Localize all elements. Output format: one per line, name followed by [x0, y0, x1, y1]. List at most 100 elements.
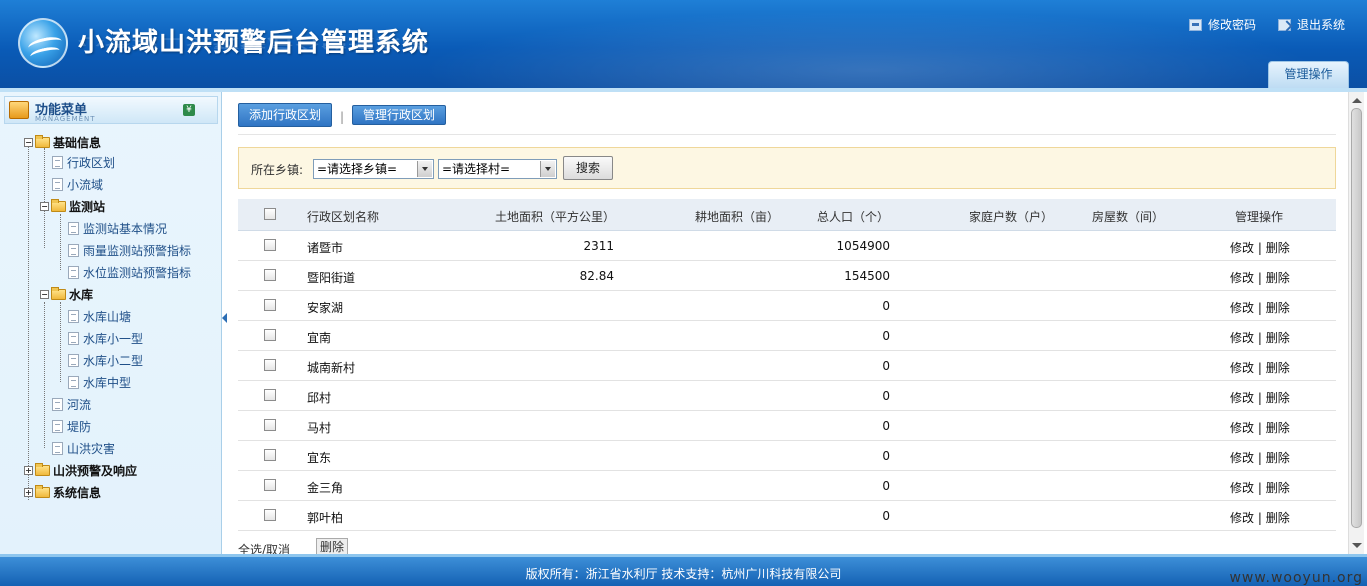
row-checkbox[interactable]	[264, 299, 276, 311]
app-title-reflection: 小流域山洪预警后台管理系统	[78, 35, 430, 50]
edit-link[interactable]: 修改	[1230, 301, 1254, 315]
tree-item-rain-warning[interactable]: 雨量监测站预警指标	[68, 240, 191, 260]
tree-item-medium[interactable]: 水库中型	[68, 372, 131, 392]
tree-item-admin-division[interactable]: 行政区划	[52, 152, 115, 172]
tree-item-dike[interactable]: 堤防	[52, 416, 91, 436]
column-header: 管理操作	[1235, 210, 1284, 224]
table-row: 宜东 0 修改 | 删除	[238, 441, 1336, 471]
delete-link[interactable]: 删除	[1266, 301, 1290, 315]
row-checkbox[interactable]	[264, 359, 276, 371]
cell-population: 0	[882, 389, 890, 403]
tree-node-reservoir[interactable]: − 水库	[40, 284, 93, 304]
page-icon	[52, 177, 63, 191]
tree-item-small2[interactable]: 水库小二型	[68, 350, 143, 370]
delete-link[interactable]: 删除	[1266, 331, 1290, 345]
table-row: 郭叶柏 0 修改 | 删除	[238, 501, 1336, 531]
delete-link[interactable]: 删除	[1266, 481, 1290, 495]
delete-link[interactable]: 删除	[1266, 391, 1290, 405]
row-actions: 修改 | 删除	[1230, 269, 1290, 286]
manage-division-button[interactable]: 管理行政区划	[352, 105, 447, 125]
tree-item-station-basic[interactable]: 监测站基本情况	[68, 218, 167, 238]
sidebar-toggle-icon[interactable]	[222, 313, 227, 323]
folder-open-icon	[51, 198, 66, 212]
logout-link[interactable]: 退出系统	[1277, 16, 1345, 33]
action-separator: |	[1257, 511, 1262, 525]
add-division-button[interactable]: 添加行政区划	[238, 103, 333, 127]
delete-link[interactable]: 删除	[1266, 241, 1290, 255]
edit-link[interactable]: 修改	[1230, 421, 1254, 435]
chevron-down-icon	[417, 161, 432, 177]
page-icon	[68, 353, 79, 367]
tree-item-river[interactable]: 河流	[52, 394, 91, 414]
row-checkbox[interactable]	[264, 389, 276, 401]
scrollbar[interactable]	[1348, 92, 1364, 554]
select-all-checkbox[interactable]	[264, 208, 276, 220]
select-all-link[interactable]: 全选/取消	[238, 543, 290, 554]
edit-link[interactable]: 修改	[1230, 481, 1254, 495]
tree-label: 堤防	[67, 419, 92, 434]
delete-link[interactable]: 删除	[1266, 511, 1290, 525]
delete-link[interactable]: 删除	[1266, 361, 1290, 375]
cell-name: 马村	[307, 421, 332, 435]
tree-label: 基础信息	[53, 135, 102, 150]
delete-link[interactable]: 删除	[1266, 421, 1290, 435]
scroll-up-icon[interactable]	[1352, 98, 1362, 103]
table-header: 行政区划名称 土地面积（平方公里） 耕地面积（亩） 总人口（个） 家庭户数（户）…	[238, 199, 1336, 231]
edit-link[interactable]: 修改	[1230, 511, 1254, 525]
edit-link[interactable]: 修改	[1230, 391, 1254, 405]
tree-node-basic[interactable]: − 基础信息	[24, 132, 101, 152]
tree-label: 河流	[67, 397, 92, 412]
cell-land-area: 2311	[583, 239, 614, 253]
tree-item-disaster[interactable]: 山洪灾害	[52, 438, 115, 458]
row-checkbox[interactable]	[264, 419, 276, 431]
tree-label: 水库中型	[83, 375, 132, 390]
edit-link[interactable]: 修改	[1230, 361, 1254, 375]
scroll-thumb[interactable]	[1351, 108, 1362, 528]
menu-subtitle: MANAGEMENT	[35, 115, 96, 123]
village-select-value: =请选择村=	[442, 162, 511, 176]
row-checkbox[interactable]	[264, 329, 276, 341]
tree-item-water-warning[interactable]: 水位监测站预警指标	[68, 262, 191, 282]
cell-population: 154500	[844, 269, 890, 283]
collapse-icon[interactable]: ¥	[183, 104, 195, 116]
row-actions: 修改 | 删除	[1230, 299, 1290, 316]
copyright-text: 版权所有：浙江省水利厅 技术支持：杭州广川科技有限公司	[525, 567, 842, 581]
tree-node-monitor-station[interactable]: − 监测站	[40, 196, 105, 216]
row-checkbox[interactable]	[264, 479, 276, 491]
column-header: 家庭户数（户）	[969, 210, 1054, 224]
edit-link[interactable]: 修改	[1230, 241, 1254, 255]
cell-population: 0	[882, 359, 890, 373]
tree-item-small-basin[interactable]: 小流域	[52, 174, 103, 194]
bulk-delete-button[interactable]: 删除	[316, 538, 348, 554]
town-select-value: =请选择乡镇=	[317, 162, 398, 176]
edit-link[interactable]: 修改	[1230, 331, 1254, 345]
delete-link[interactable]: 删除	[1266, 271, 1290, 285]
edit-link[interactable]: 修改	[1230, 451, 1254, 465]
delete-link[interactable]: 删除	[1266, 451, 1290, 465]
row-checkbox[interactable]	[264, 509, 276, 521]
tree-node-system-info[interactable]: + 系统信息	[24, 482, 101, 502]
tree-label: 系统信息	[53, 485, 102, 500]
village-select[interactable]: =请选择村=	[438, 159, 557, 179]
tree-label: 监测站	[69, 199, 106, 214]
page-icon	[52, 419, 63, 433]
row-checkbox[interactable]	[264, 239, 276, 251]
tree-node-flood-warning[interactable]: + 山洪预警及响应	[24, 460, 137, 480]
scroll-down-icon[interactable]	[1352, 543, 1362, 548]
tree-item-small1[interactable]: 水库小一型	[68, 328, 143, 348]
tab-management[interactable]: 管理操作	[1268, 61, 1349, 88]
row-checkbox[interactable]	[264, 449, 276, 461]
action-separator: |	[1257, 361, 1262, 375]
row-checkbox[interactable]	[264, 269, 276, 281]
row-actions: 修改 | 删除	[1230, 419, 1290, 436]
page-icon	[68, 375, 79, 389]
town-select[interactable]: =请选择乡镇=	[313, 159, 434, 179]
page-icon	[52, 397, 63, 411]
tree-label: 雨量监测站预警指标	[83, 243, 192, 258]
minus-icon: −	[40, 289, 49, 299]
change-password-link[interactable]: 修改密码	[1188, 16, 1256, 33]
search-button[interactable]: 搜索	[563, 156, 613, 180]
edit-link[interactable]: 修改	[1230, 271, 1254, 285]
action-separator: |	[1257, 451, 1262, 465]
tree-item-pond[interactable]: 水库山塘	[68, 306, 131, 326]
